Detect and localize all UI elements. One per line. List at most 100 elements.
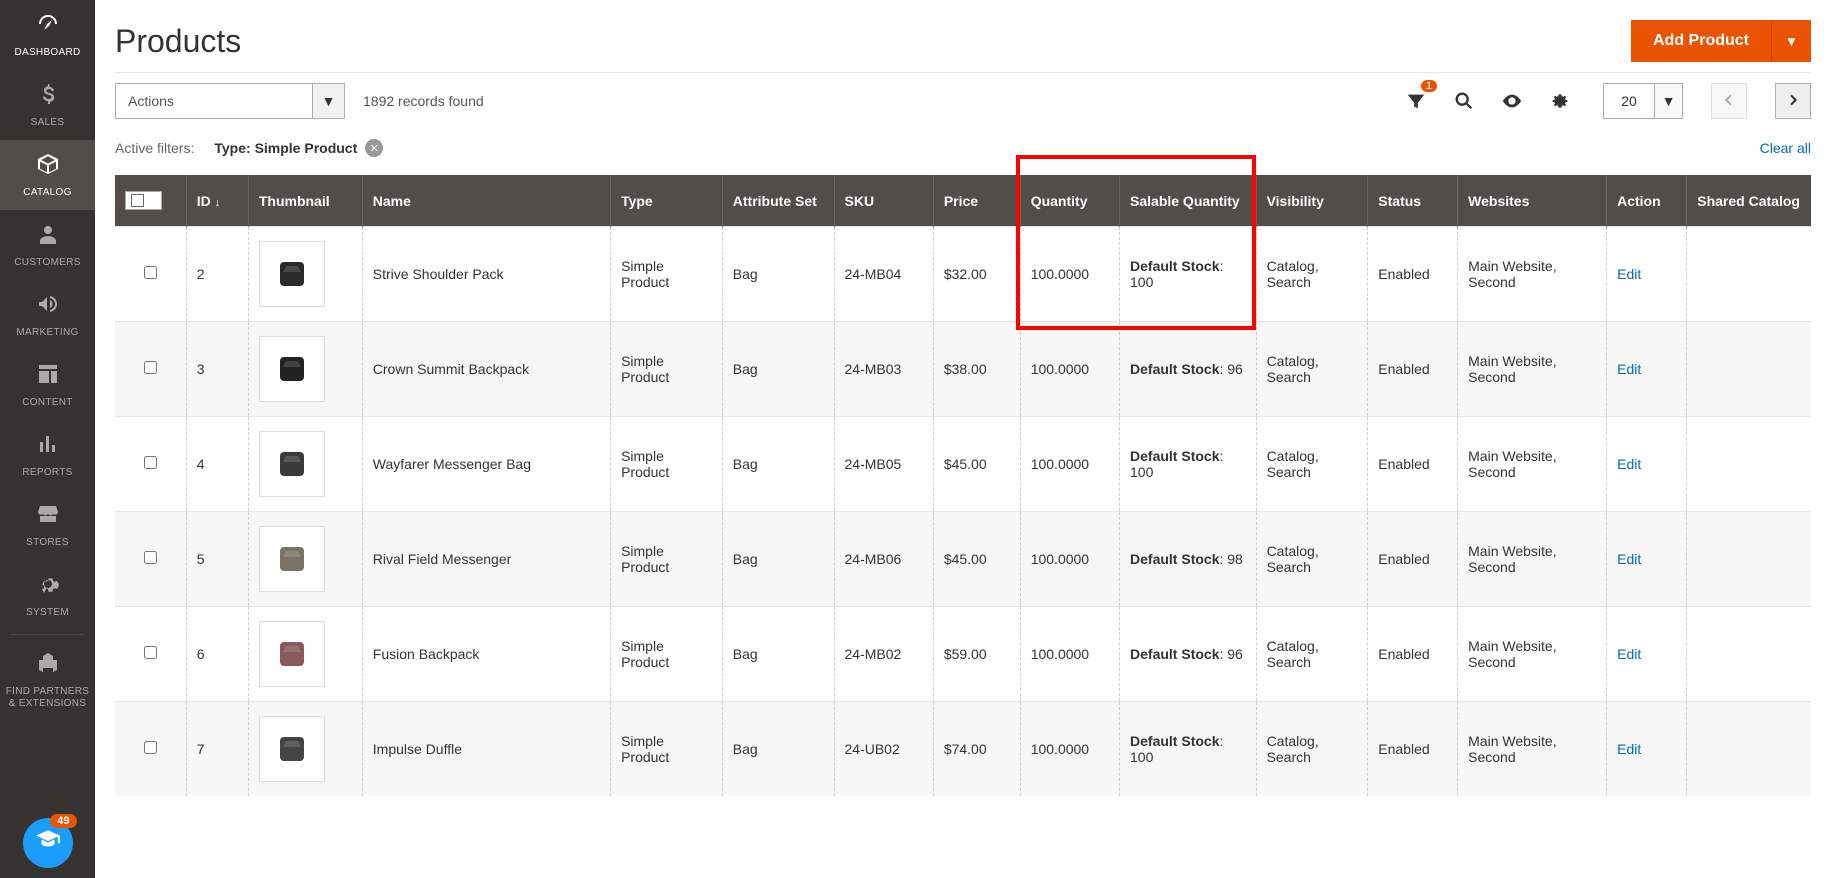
search-icon[interactable]: [1449, 86, 1479, 116]
col-header-id[interactable]: ID↓: [186, 175, 248, 227]
active-filters-label: Active filters:: [115, 140, 194, 156]
table-row[interactable]: 7 Impulse Duffle Simple Product Bag 24-U…: [115, 702, 1811, 797]
cell-salable-quantity: Default Stock: 100: [1120, 702, 1257, 797]
cell-salable-quantity: Default Stock: 100: [1120, 417, 1257, 512]
col-header-type[interactable]: Type: [611, 175, 723, 227]
sidebar-item-dashboard[interactable]: DASHBOARD: [0, 0, 95, 70]
next-page-button[interactable]: [1775, 83, 1811, 119]
sidebar-item-content[interactable]: CONTENT: [0, 350, 95, 420]
cell-name: Fusion Backpack: [362, 607, 610, 702]
sidebar-item-stores[interactable]: STORES: [0, 490, 95, 560]
cell-quantity: 100.0000: [1020, 227, 1119, 322]
row-checkbox[interactable]: [144, 456, 157, 469]
col-header-action[interactable]: Action: [1607, 175, 1687, 227]
table-row[interactable]: 6 Fusion Backpack Simple Product Bag 24-…: [115, 607, 1811, 702]
cell-visibility: Catalog, Search: [1256, 607, 1368, 702]
cell-quantity: 100.0000: [1020, 512, 1119, 607]
cell-id: 5: [186, 512, 248, 607]
row-checkbox[interactable]: [144, 361, 157, 374]
row-checkbox[interactable]: [144, 741, 157, 754]
sidebar-item-marketing[interactable]: MARKETING: [0, 280, 95, 350]
cell-salable-quantity: Default Stock: 96: [1120, 607, 1257, 702]
cell-visibility: Catalog, Search: [1256, 512, 1368, 607]
edit-link[interactable]: Edit: [1617, 456, 1641, 472]
cell-status: Enabled: [1368, 607, 1458, 702]
sidebar-item-customers[interactable]: CUSTOMERS: [0, 210, 95, 280]
eye-icon[interactable]: [1497, 86, 1527, 116]
sidebar-label: REPORTS: [22, 467, 72, 478]
page-size-select[interactable]: 20 ▼: [1603, 83, 1683, 119]
sidebar-item-find-partners[interactable]: FIND PARTNERS & EXTENSIONS: [0, 639, 95, 722]
prev-page-button[interactable]: [1711, 83, 1747, 119]
col-header-quantity[interactable]: Quantity: [1020, 175, 1119, 227]
col-header-price[interactable]: Price: [933, 175, 1020, 227]
table-row[interactable]: 4 Wayfarer Messenger Bag Simple Product …: [115, 417, 1811, 512]
admin-sidebar: DASHBOARD SALES CATALOG CUSTOMERS MARKET…: [0, 0, 95, 878]
person-icon: [36, 222, 60, 252]
filter-chip-value: Simple Product: [255, 140, 358, 156]
cell-action: Edit: [1607, 607, 1687, 702]
actions-select[interactable]: Actions ▼: [115, 83, 345, 119]
cell-quantity: 100.0000: [1020, 607, 1119, 702]
sidebar-divider: [10, 634, 85, 635]
sidebar-item-system[interactable]: SYSTEM: [0, 560, 95, 630]
edit-link[interactable]: Edit: [1617, 551, 1641, 567]
page-title: Products: [115, 23, 241, 60]
table-row[interactable]: 5 Rival Field Messenger Simple Product B…: [115, 512, 1811, 607]
clear-all-filters[interactable]: Clear all: [1760, 140, 1811, 156]
col-header-visibility[interactable]: Visibility: [1256, 175, 1368, 227]
col-header-status[interactable]: Status: [1368, 175, 1458, 227]
sidebar-label: CATALOG: [23, 187, 71, 198]
cell-sku: 24-MB03: [834, 322, 933, 417]
col-header-name[interactable]: Name: [362, 175, 610, 227]
cell-price: $38.00: [933, 322, 1020, 417]
edit-link[interactable]: Edit: [1617, 646, 1641, 662]
remove-filter-button[interactable]: ✕: [365, 139, 383, 157]
col-header-thumbnail[interactable]: Thumbnail: [248, 175, 362, 227]
col-header-salable-quantity[interactable]: Salable Quantity: [1120, 175, 1257, 227]
add-product-button[interactable]: Add Product: [1631, 20, 1771, 62]
sidebar-item-sales[interactable]: SALES: [0, 70, 95, 140]
row-checkbox[interactable]: [144, 646, 157, 659]
sidebar-item-catalog[interactable]: CATALOG: [0, 140, 95, 210]
cell-price: $45.00: [933, 512, 1020, 607]
add-product-dropdown[interactable]: ▼: [1771, 20, 1811, 62]
sidebar-label: SYSTEM: [26, 607, 69, 618]
sidebar-label: & EXTENSIONS: [9, 698, 87, 710]
col-header-shared-catalog[interactable]: Shared Catalog: [1687, 175, 1811, 227]
cell-action: Edit: [1607, 322, 1687, 417]
cell-visibility: Catalog, Search: [1256, 417, 1368, 512]
filters-icon[interactable]: 1: [1401, 86, 1431, 116]
col-header-websites[interactable]: Websites: [1458, 175, 1607, 227]
help-bubble[interactable]: 49: [23, 818, 73, 868]
col-header-checkbox[interactable]: ▼: [115, 175, 186, 227]
cell-shared-catalog: [1687, 417, 1811, 512]
edit-link[interactable]: Edit: [1617, 741, 1641, 757]
cell-price: $74.00: [933, 702, 1020, 797]
cell-shared-catalog: [1687, 702, 1811, 797]
columns-gear-icon[interactable]: [1545, 86, 1575, 116]
edit-link[interactable]: Edit: [1617, 266, 1641, 282]
cell-type: Simple Product: [611, 417, 723, 512]
product-thumb: [259, 716, 325, 782]
cell-sku: 24-UB02: [834, 702, 933, 797]
col-header-sku[interactable]: SKU: [834, 175, 933, 227]
dollar-icon: [36, 82, 60, 112]
cell-id: 4: [186, 417, 248, 512]
cell-websites: Main Website, Second: [1458, 227, 1607, 322]
cell-salable-quantity: Default Stock: 96: [1120, 322, 1257, 417]
cell-name: Wayfarer Messenger Bag: [362, 417, 610, 512]
cell-name: Crown Summit Backpack: [362, 322, 610, 417]
cell-visibility: Catalog, Search: [1256, 227, 1368, 322]
cell-thumbnail: [248, 322, 362, 417]
row-checkbox[interactable]: [144, 266, 157, 279]
cell-status: Enabled: [1368, 322, 1458, 417]
row-checkbox[interactable]: [144, 551, 157, 564]
table-row[interactable]: 2 Strive Shoulder Pack Simple Product Ba…: [115, 227, 1811, 322]
col-header-attribute-set[interactable]: Attribute Set: [722, 175, 834, 227]
sidebar-item-reports[interactable]: REPORTS: [0, 420, 95, 490]
cell-websites: Main Website, Second: [1458, 417, 1607, 512]
sidebar-label: CONTENT: [22, 397, 72, 408]
edit-link[interactable]: Edit: [1617, 361, 1641, 377]
table-row[interactable]: 3 Crown Summit Backpack Simple Product B…: [115, 322, 1811, 417]
